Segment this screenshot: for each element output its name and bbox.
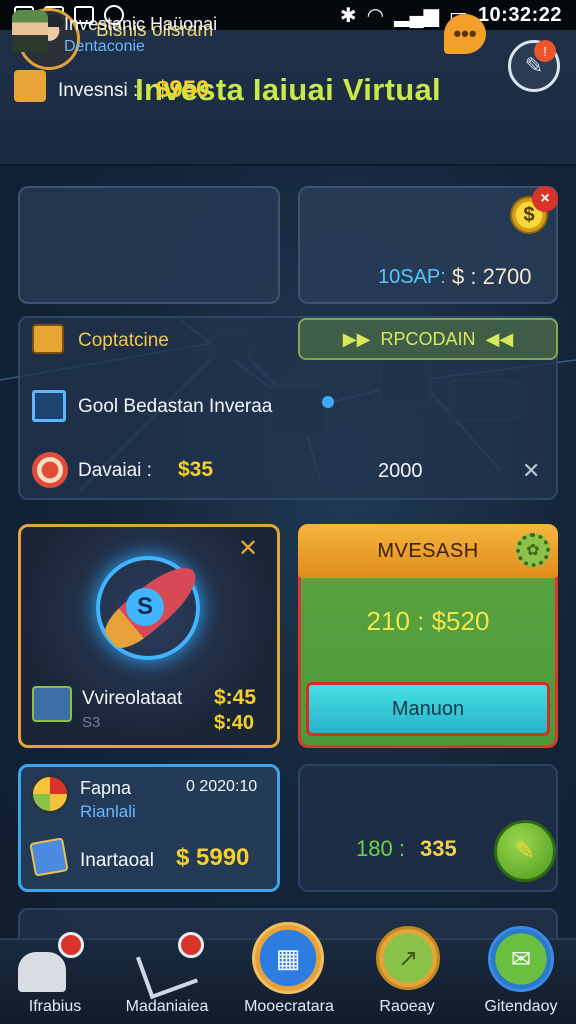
close-icon[interactable]: × bbox=[532, 186, 558, 212]
wifi-icon: ◠ bbox=[366, 4, 385, 27]
chart-icon: ↗ bbox=[376, 926, 440, 990]
code-value: $ : 2700 bbox=[452, 264, 532, 289]
overview-row3-label: Davaiai : bbox=[78, 460, 152, 481]
stats-value1: 180 : bbox=[356, 836, 405, 861]
invest-card-value: 210 : $520 bbox=[366, 606, 490, 636]
overview-row2-label: Gool Bedastan Inveraa bbox=[78, 396, 273, 417]
nav-label: Mooecratara bbox=[244, 998, 334, 1015]
notification-badge: ! bbox=[534, 40, 556, 62]
investor-title: Investanic Haüonai bbox=[64, 14, 218, 34]
rocket-card-value1: $:45 bbox=[214, 686, 257, 709]
code-label: 10SAP: bbox=[378, 266, 446, 288]
mail-icon bbox=[32, 390, 66, 422]
fapna-subtitle: Rianlali bbox=[80, 802, 136, 821]
chart-edit-icon[interactable]: ✎ bbox=[494, 820, 556, 882]
bluetooth-icon: ✱ bbox=[339, 4, 357, 27]
investor-card[interactable] bbox=[18, 186, 280, 304]
rocket-card-value2: $:40 bbox=[214, 712, 255, 734]
production-button[interactable]: ▶▶ RPCODAIN ◀◀ bbox=[298, 318, 558, 360]
close-icon[interactable]: ✕ bbox=[522, 458, 540, 484]
target-icon bbox=[32, 452, 68, 488]
nav-item-home[interactable]: Ifrabius bbox=[0, 932, 110, 1024]
notification-badge bbox=[178, 932, 204, 958]
production-label: RPCODAIN bbox=[380, 328, 476, 349]
investment-value: $950 bbox=[156, 76, 210, 103]
overview-row3-right: 2000 bbox=[378, 460, 423, 482]
chat-bubble-icon[interactable]: ••• bbox=[444, 14, 486, 54]
nav-label: Raoeay bbox=[379, 998, 435, 1015]
investment-label: Invesnsi : bbox=[58, 80, 139, 101]
gauge-icon bbox=[30, 774, 70, 814]
nav-label: Gitendaoy bbox=[484, 998, 558, 1015]
nav-label: Madaniaiea bbox=[125, 998, 209, 1015]
play-icon: ▶▶ bbox=[342, 328, 371, 349]
nav-label: Ifrabius bbox=[28, 998, 82, 1015]
briefcase-icon bbox=[32, 324, 64, 354]
nav-item-tools[interactable]: Madaniaiea bbox=[112, 932, 222, 1024]
fapna-title: Fapna bbox=[80, 778, 132, 798]
fapna-label: Inartaoal bbox=[80, 850, 154, 871]
overview-row1-label: Coptatcine bbox=[78, 330, 169, 351]
nav-item-mail[interactable]: ✉ Gitendaoy bbox=[466, 926, 576, 1024]
rocket-card-label: Vvireolataat bbox=[82, 688, 183, 709]
status-dot bbox=[322, 396, 334, 408]
nav-item-chart[interactable]: ↗ Raoeay bbox=[352, 926, 462, 1024]
home-icon bbox=[18, 952, 66, 992]
nav-item-grid[interactable]: ▦ Mooecratara bbox=[234, 922, 344, 1024]
fapna-value: $ 5990 bbox=[176, 844, 250, 871]
manual-button[interactable]: Manuon bbox=[306, 682, 550, 736]
status-time: 10:32:22 bbox=[477, 3, 562, 26]
map-icon bbox=[29, 837, 69, 877]
building-icon bbox=[14, 70, 46, 102]
signal-icon: ▂▄▆ bbox=[394, 4, 440, 27]
notification-badge bbox=[58, 932, 84, 958]
rocket-card-sub: S3 bbox=[82, 714, 101, 731]
rocket-emblem: S bbox=[126, 588, 164, 626]
close-icon[interactable]: ✕ bbox=[238, 534, 258, 563]
investor-avatar bbox=[12, 10, 48, 52]
grid-icon: ▦ bbox=[252, 922, 324, 994]
overview-row3-value: $35 bbox=[178, 458, 214, 481]
truck-icon bbox=[32, 686, 72, 722]
mail-icon: ✉ bbox=[488, 926, 554, 992]
fapna-date: 0 2020:10 bbox=[186, 778, 258, 795]
investor-subtitle: Dentaconie bbox=[64, 38, 145, 55]
rewind-icon: ◀◀ bbox=[485, 328, 514, 349]
stats-value2: 335 bbox=[420, 836, 457, 861]
gear-icon[interactable]: ✿ bbox=[516, 533, 550, 567]
